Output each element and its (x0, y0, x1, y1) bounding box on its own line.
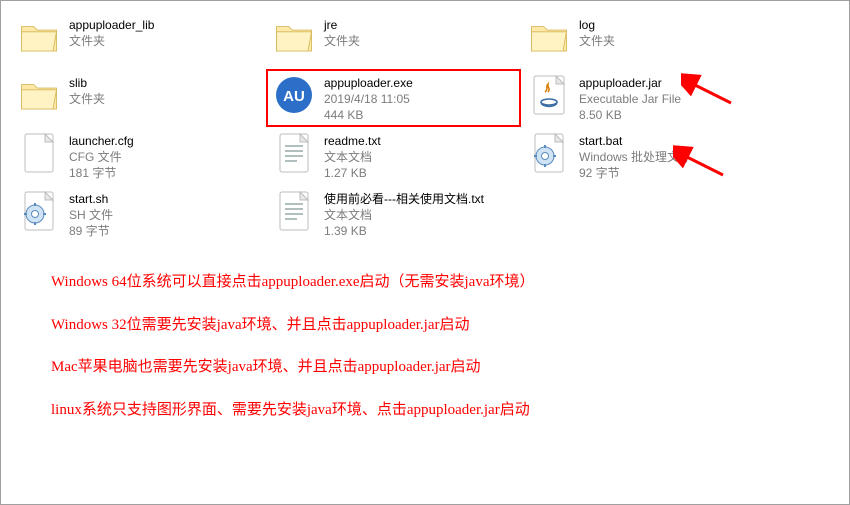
txt-icon (272, 189, 316, 233)
file-item-start_bat[interactable]: start.batWindows 批处理文件92 字节 (521, 127, 776, 185)
file-text: 使用前必看---相关使用文档.txt文本文档1.39 KB (324, 189, 484, 240)
file-text: jre文件夹 (324, 15, 360, 49)
file-name: start.sh (69, 191, 113, 207)
file-meta-line2: 89 字节 (69, 223, 113, 239)
file-grid: appuploader_lib文件夹jre文件夹log文件夹slib文件夹AUa… (1, 1, 849, 243)
file-text: start.shSH 文件89 字节 (69, 189, 113, 240)
file-meta-line2: 8.50 KB (579, 107, 681, 123)
file-name: appuploader.jar (579, 75, 681, 91)
file-meta-line1: 文件夹 (324, 33, 360, 49)
file-meta-line1: CFG 文件 (69, 149, 134, 165)
folder-icon (17, 73, 61, 117)
folder-icon (527, 15, 571, 59)
file-item-launcher_cfg[interactable]: launcher.cfgCFG 文件181 字节 (11, 127, 266, 185)
file-meta-line1: 文件夹 (69, 91, 105, 107)
file-meta-line1: 2019/4/18 11:05 (324, 91, 413, 107)
file-name: appuploader_lib (69, 17, 154, 33)
file-name: launcher.cfg (69, 133, 134, 149)
file-meta-line2: 444 KB (324, 107, 413, 123)
file-text: log文件夹 (579, 15, 615, 49)
note-line-3: Mac苹果电脑也需要先安装java环境、并且点击appuploader.jar启… (51, 356, 535, 379)
note-line-1: Windows 64位系统可以直接点击appuploader.exe启动（无需安… (51, 271, 535, 294)
note-line-2: Windows 32位需要先安装java环境、并且点击appuploader.j… (51, 314, 535, 337)
folder-icon (17, 15, 61, 59)
generic-icon (17, 131, 61, 175)
file-meta-line1: 文本文档 (324, 149, 381, 165)
file-meta-line2: 1.39 KB (324, 223, 484, 239)
file-text: slib文件夹 (69, 73, 105, 107)
file-meta-line2: 181 字节 (69, 165, 134, 181)
note-line-4: linux系统只支持图形界面、需要先安装java环境、点击appuploader… (51, 399, 535, 422)
file-item-jre[interactable]: jre文件夹 (266, 11, 521, 69)
file-item-slib[interactable]: slib文件夹 (11, 69, 266, 127)
svg-text:AU: AU (283, 88, 305, 105)
file-meta-line1: 文件夹 (69, 33, 154, 49)
folder-icon (272, 15, 316, 59)
bat-icon (527, 131, 571, 175)
file-text: appuploader_lib文件夹 (69, 15, 154, 49)
file-name: start.bat (579, 133, 691, 149)
file-meta-line1: Windows 批处理文件 (579, 149, 691, 165)
bat-icon (17, 189, 61, 233)
file-meta-line1: 文件夹 (579, 33, 615, 49)
file-name: 使用前必看---相关使用文档.txt (324, 191, 484, 207)
instructions: Windows 64位系统可以直接点击appuploader.exe启动（无需安… (51, 271, 535, 441)
file-name: readme.txt (324, 133, 381, 149)
file-text: readme.txt文本文档1.27 KB (324, 131, 381, 182)
file-text: start.batWindows 批处理文件92 字节 (579, 131, 691, 182)
file-text: appuploader.exe2019/4/18 11:05444 KB (324, 73, 413, 124)
file-item-appuploader_exe[interactable]: AU appuploader.exe2019/4/18 11:05444 KB (266, 69, 521, 127)
au-icon: AU (272, 73, 316, 117)
file-item-log[interactable]: log文件夹 (521, 11, 776, 69)
file-name: jre (324, 17, 360, 33)
file-item-appuploader_jar[interactable]: appuploader.jarExecutable Jar File8.50 K… (521, 69, 776, 127)
txt-icon (272, 131, 316, 175)
file-name: slib (69, 75, 105, 91)
file-meta-line1: Executable Jar File (579, 91, 681, 107)
file-name: log (579, 17, 615, 33)
file-meta-line1: SH 文件 (69, 207, 113, 223)
file-item-readme_txt[interactable]: readme.txt文本文档1.27 KB (266, 127, 521, 185)
file-text: appuploader.jarExecutable Jar File8.50 K… (579, 73, 681, 124)
file-text: launcher.cfgCFG 文件181 字节 (69, 131, 134, 182)
file-item-start_sh[interactable]: start.shSH 文件89 字节 (11, 185, 266, 243)
file-item-usage_doc[interactable]: 使用前必看---相关使用文档.txt文本文档1.39 KB (266, 185, 521, 243)
file-meta-line1: 文本文档 (324, 207, 484, 223)
file-name: appuploader.exe (324, 75, 413, 91)
file-meta-line2: 92 字节 (579, 165, 691, 181)
file-meta-line2: 1.27 KB (324, 165, 381, 181)
jar-icon (527, 73, 571, 117)
file-item-appuploader_lib[interactable]: appuploader_lib文件夹 (11, 11, 266, 69)
